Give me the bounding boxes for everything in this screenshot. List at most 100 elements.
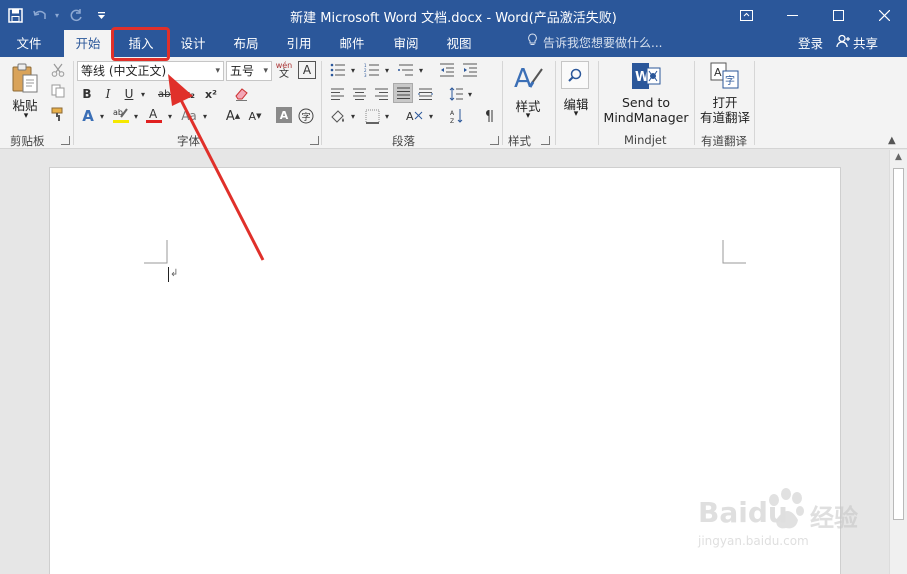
grow-font-icon[interactable]: A ▲	[224, 107, 242, 125]
underline-dropdown-icon[interactable]: ▾	[138, 85, 148, 103]
qat-customize-icon[interactable]	[88, 0, 114, 30]
tab-view[interactable]: 视图	[436, 30, 482, 57]
numbering-dropdown-icon[interactable]: ▾	[382, 61, 392, 79]
show-hide-marks-icon[interactable]	[480, 107, 498, 125]
watermark-brand: Baidu	[698, 496, 788, 529]
phonetic-guide-button[interactable]: wén 文	[274, 59, 294, 81]
font-name-combo[interactable]: 等线 (中文正文) ▾	[77, 61, 224, 81]
line-spacing-dropdown-icon[interactable]: ▾	[465, 85, 475, 103]
youdao-translate-icon[interactable]: A字	[710, 62, 740, 90]
distributed-icon[interactable]	[416, 85, 434, 103]
editing-dropdown-icon[interactable]: ▾	[566, 109, 586, 119]
font-launcher-icon[interactable]	[310, 136, 319, 145]
bold-button[interactable]: B	[79, 85, 95, 103]
subscript-button[interactable]: x₂	[180, 85, 198, 103]
multilevel-dropdown-icon[interactable]: ▾	[416, 61, 426, 79]
font-color-dropdown-icon[interactable]: ▾	[165, 107, 175, 125]
paste-dropdown-icon[interactable]: ▾	[16, 111, 36, 121]
align-center-icon[interactable]	[350, 85, 368, 103]
send-to-mindmanager-button[interactable]: Send to MindManager	[603, 95, 689, 125]
open-youdao-button[interactable]: 打开 有道翻译	[698, 95, 752, 125]
styles-launcher-icon[interactable]	[541, 136, 550, 145]
cut-icon[interactable]	[48, 61, 68, 79]
strikethrough-button[interactable]: abc	[155, 85, 179, 103]
scroll-thumb[interactable]	[893, 168, 904, 520]
bullets-dropdown-icon[interactable]: ▾	[348, 61, 358, 79]
borders-icon[interactable]	[362, 107, 382, 125]
tab-design[interactable]: 设计	[170, 30, 216, 57]
bullets-icon[interactable]	[328, 61, 348, 79]
highlight-color-icon[interactable]: ab	[111, 105, 131, 125]
shading-icon[interactable]	[328, 107, 348, 125]
shading-dropdown-icon[interactable]: ▾	[348, 107, 358, 125]
multilevel-list-icon[interactable]	[396, 61, 416, 79]
font-size-dropdown-icon[interactable]: ▾	[263, 62, 268, 80]
font-size-combo[interactable]: 五号 ▾	[226, 61, 272, 81]
collapse-ribbon-icon[interactable]: ▲	[888, 135, 896, 146]
character-shading-icon[interactable]: A	[276, 107, 292, 123]
minimize-icon[interactable]	[769, 0, 815, 30]
lightbulb-icon	[527, 30, 538, 57]
shrink-font-icon[interactable]: A ▼	[246, 107, 264, 125]
font-color-extra-icon[interactable]: Aa	[180, 107, 198, 125]
tab-review[interactable]: 审阅	[383, 30, 429, 57]
watermark-url: jingyan.baidu.com	[698, 534, 809, 548]
underline-button[interactable]: U	[121, 85, 137, 103]
character-border-icon[interactable]: A	[298, 61, 316, 79]
superscript-button[interactable]: x²	[202, 85, 220, 103]
styles-group-label: 样式	[508, 134, 531, 148]
font-size-value: 五号	[230, 64, 255, 78]
change-case-dropdown-icon[interactable]: ▾	[200, 107, 210, 125]
maximize-icon[interactable]	[815, 0, 861, 30]
undo-icon[interactable]	[30, 0, 50, 30]
find-icon[interactable]	[561, 61, 589, 89]
tab-layout[interactable]: 布局	[223, 30, 269, 57]
justify-icon[interactable]	[393, 83, 413, 103]
styles-icon[interactable]: A	[511, 60, 545, 94]
tab-file[interactable]: 文件	[6, 30, 52, 57]
save-icon[interactable]	[0, 0, 30, 30]
increase-indent-icon[interactable]	[460, 61, 480, 79]
margin-corner-top-left	[144, 240, 168, 264]
close-icon[interactable]	[861, 0, 907, 30]
format-painter-icon[interactable]	[48, 105, 68, 123]
tab-mailings[interactable]: 邮件	[329, 30, 375, 57]
undo-dropdown-icon[interactable]: ▾	[50, 0, 64, 30]
align-right-icon[interactable]	[372, 85, 390, 103]
borders-dropdown-icon[interactable]: ▾	[382, 107, 392, 125]
chinese-layout-dropdown-icon[interactable]: ▾	[426, 107, 436, 125]
font-name-dropdown-icon[interactable]: ▾	[215, 62, 220, 80]
tab-references[interactable]: 引用	[276, 30, 322, 57]
decrease-indent-icon[interactable]	[437, 61, 457, 79]
clipboard-launcher-icon[interactable]	[61, 136, 70, 145]
chinese-layout-icon[interactable]: A	[404, 107, 426, 125]
text-effects-icon[interactable]: A	[79, 107, 97, 125]
text-effects-dropdown-icon[interactable]: ▾	[97, 107, 107, 125]
highlight-dropdown-icon[interactable]: ▾	[131, 107, 141, 125]
styles-dropdown-icon[interactable]: ▾	[518, 111, 538, 121]
svg-text:A: A	[406, 110, 414, 123]
scroll-up-icon[interactable]: ▲	[890, 152, 907, 166]
signin-link[interactable]: 登录	[798, 30, 823, 57]
copy-icon[interactable]	[48, 82, 68, 100]
tell-me-box[interactable]: 告诉我您想要做什么...	[527, 30, 662, 57]
paragraph-mark-icon: ↲	[170, 268, 179, 279]
vertical-scrollbar[interactable]: ▲	[889, 150, 907, 574]
align-left-icon[interactable]	[328, 85, 346, 103]
font-color-icon[interactable]: A	[144, 105, 164, 125]
youdao-line2: 有道翻译	[699, 110, 750, 125]
tab-home[interactable]: 开始	[64, 30, 112, 57]
line-spacing-icon[interactable]	[447, 85, 465, 103]
clear-formatting-icon[interactable]	[232, 85, 250, 103]
person-add-icon	[836, 30, 850, 57]
italic-button[interactable]: I	[100, 85, 116, 103]
enclose-characters-icon[interactable]: 字	[297, 107, 315, 125]
share-button[interactable]: 共享	[836, 30, 878, 57]
ribbon-display-icon[interactable]	[723, 0, 769, 30]
paragraph-launcher-icon[interactable]	[490, 136, 499, 145]
mindmanager-icon[interactable]: W	[629, 61, 663, 91]
redo-icon[interactable]	[64, 0, 88, 30]
sort-icon[interactable]: AZ	[447, 107, 467, 125]
paste-icon[interactable]	[8, 61, 42, 95]
numbering-icon[interactable]: 123	[362, 61, 382, 79]
